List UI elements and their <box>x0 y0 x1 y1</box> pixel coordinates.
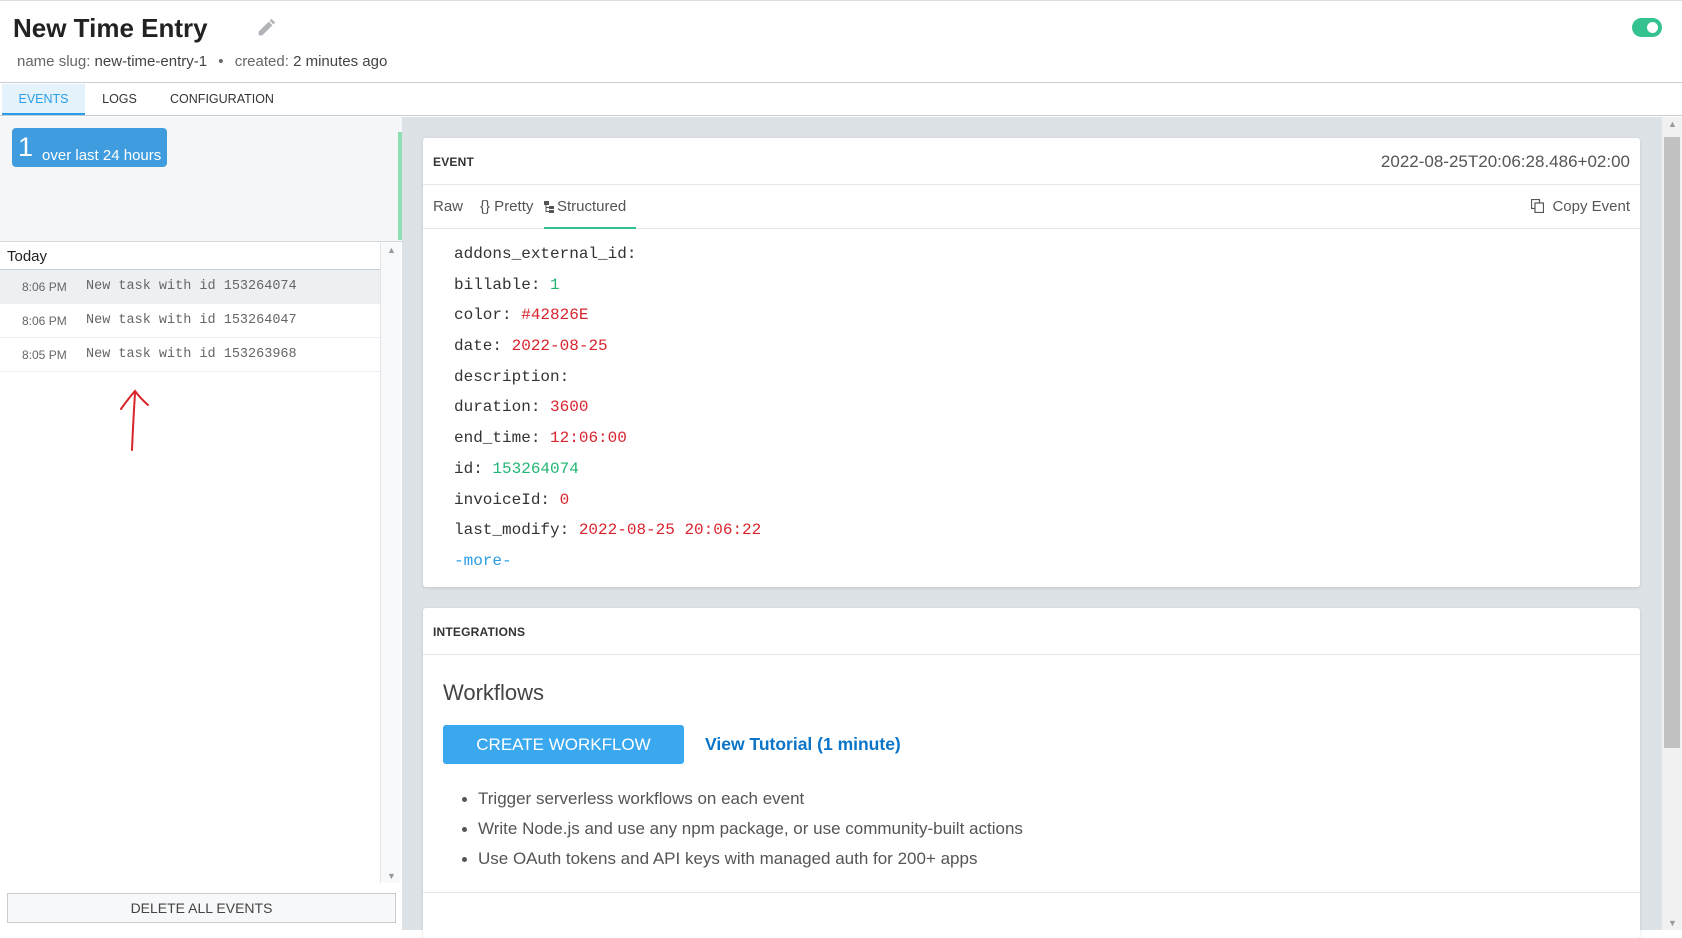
page-title: New Time Entry <box>13 13 208 43</box>
stats-panel: 1 over last 24 hours <box>0 117 402 242</box>
view-tutorial-link[interactable]: View Tutorial (1 minute) <box>705 734 901 755</box>
event-summary: New task with id 153264074 <box>86 279 297 294</box>
field-row: date: 2022-08-25 <box>454 331 1640 362</box>
field-key: end_time: <box>454 429 541 448</box>
field-row: color: #42826E <box>454 300 1640 331</box>
field-value: 153264074 <box>492 459 579 478</box>
workflow-features: Trigger serverless workflows on each eve… <box>458 784 1023 874</box>
tab-structured[interactable]: Structured <box>544 185 637 229</box>
slug-label: name slug: <box>17 53 91 70</box>
list-scrollbar[interactable]: ▲ ▼ <box>381 243 401 883</box>
integrations-card: INTEGRATIONS Workflows CREATE WORKFLOW V… <box>423 608 1640 938</box>
tab-configuration[interactable]: CONFIGURATION <box>158 84 286 115</box>
main-tabs: EVENTS LOGS CONFIGURATION <box>0 84 1682 116</box>
field-key: duration: <box>454 398 541 417</box>
integrations-header: INTEGRATIONS <box>423 608 1640 655</box>
event-count: 1 <box>18 132 34 162</box>
event-card-title: EVENT <box>433 155 475 169</box>
field-key: description: <box>454 367 570 386</box>
event-view-tabs: Raw {} Pretty Structured Copy Event <box>423 185 1640 229</box>
event-time: 8:06 PM <box>22 280 67 294</box>
event-count-label: over last 24 hours <box>42 147 162 164</box>
field-row: addons_external_id: <box>454 239 1640 270</box>
show-more-link[interactable]: -more- <box>454 546 1640 577</box>
created-label: created: <box>234 53 289 70</box>
group-header: Today <box>0 243 380 270</box>
event-card-header: EVENT 2022-08-25T20:06:28.486+02:00 <box>423 138 1640 185</box>
list-item: Trigger serverless workflows on each eve… <box>458 784 1023 814</box>
field-key: date: <box>454 337 503 356</box>
copy-event-button[interactable]: Copy Event <box>1531 185 1630 229</box>
scroll-down-icon[interactable]: ▼ <box>387 871 396 881</box>
tab-events[interactable]: EVENTS <box>2 84 85 115</box>
field-key: color: <box>454 306 512 325</box>
page-scrollbar[interactable]: ▲ ▼ <box>1662 117 1682 930</box>
field-row: description: <box>454 362 1640 393</box>
event-time: 8:05 PM <box>22 348 67 362</box>
field-row: invoiceId: 0 <box>454 485 1640 516</box>
slug-value: new-time-entry-1 <box>94 53 208 70</box>
field-value: 12:06:00 <box>550 429 627 448</box>
scroll-up-icon[interactable]: ▲ <box>387 245 396 255</box>
list-item: Write Node.js and use any npm package, o… <box>458 814 1023 844</box>
field-row: id: 153264074 <box>454 454 1640 485</box>
list-item[interactable]: 8:06 PM New task with id 153264074 <box>0 270 380 304</box>
red-arrow-annotation <box>120 389 149 451</box>
field-value: 3600 <box>550 398 589 417</box>
field-key: billable: <box>454 275 541 294</box>
event-timestamp: 2022-08-25T20:06:28.486+02:00 <box>1380 152 1630 171</box>
list-item[interactable]: 8:06 PM New task with id 153264047 <box>0 304 380 338</box>
field-row: last_modify: 2022-08-25 20:06:22 <box>454 515 1640 546</box>
page-header: New Time Entry name slug: new-time-entry… <box>0 0 1682 83</box>
scroll-up-icon[interactable]: ▲ <box>1668 119 1677 129</box>
tab-raw[interactable]: Raw <box>433 185 463 229</box>
pencil-icon[interactable] <box>255 17 277 39</box>
event-summary: New task with id 153263968 <box>86 347 297 362</box>
tab-pretty[interactable]: {} Pretty <box>480 185 533 229</box>
workflows-title: Workflows <box>443 680 545 705</box>
tab-logs[interactable]: LOGS <box>85 84 154 115</box>
field-row: duration: 3600 <box>454 392 1640 423</box>
tab-structured-label: Structured <box>557 198 627 215</box>
integrations-title: INTEGRATIONS <box>433 625 526 639</box>
meta-separator: • <box>218 53 224 70</box>
field-value: 2022-08-25 <box>511 337 608 356</box>
structured-fields: addons_external_id: billable: 1 color: #… <box>423 229 1640 577</box>
field-value: 2022-08-25 20:06:22 <box>578 521 762 540</box>
field-row: end_time: 12:06:00 <box>454 423 1640 454</box>
scrollbar-thumb[interactable] <box>1664 137 1680 748</box>
field-row: billable: 1 <box>454 270 1640 301</box>
event-detail-pane: EVENT 2022-08-25T20:06:28.486+02:00 Raw … <box>402 117 1662 938</box>
delete-all-events-button[interactable]: DELETE ALL EVENTS <box>7 893 396 923</box>
list-item[interactable]: 8:05 PM New task with id 153263968 <box>0 338 380 372</box>
copy-event-label: Copy Event <box>1552 198 1630 215</box>
field-key: last_modify: <box>454 521 570 540</box>
event-card: EVENT 2022-08-25T20:06:28.486+02:00 Raw … <box>423 138 1640 587</box>
tree-icon <box>544 201 554 213</box>
event-list: Today 8:06 PM New task with id 153264074… <box>0 243 381 883</box>
entry-meta: name slug: new-time-entry-1 • created: 2… <box>17 53 387 70</box>
event-time: 8:06 PM <box>22 314 67 328</box>
list-item: Use OAuth tokens and API keys with manag… <box>458 844 1023 874</box>
field-value: 1 <box>550 275 560 294</box>
field-value: #42826E <box>521 306 589 325</box>
copy-icon <box>1531 199 1545 213</box>
field-key: invoiceId: <box>454 490 551 509</box>
event-count-badge: 1 over last 24 hours <box>12 128 168 167</box>
field-key: addons_external_id: <box>454 245 637 263</box>
field-key: id: <box>454 459 483 478</box>
scroll-down-icon[interactable]: ▼ <box>1668 918 1677 928</box>
events-sidebar: 1 over last 24 hours Today 8:06 PM New t… <box>0 117 402 930</box>
divider <box>423 892 1640 893</box>
active-toggle[interactable] <box>1632 18 1662 37</box>
create-workflow-button[interactable]: CREATE WORKFLOW <box>443 725 684 764</box>
created-value: 2 minutes ago <box>293 53 388 70</box>
event-summary: New task with id 153264047 <box>86 313 297 328</box>
field-value: 0 <box>559 490 570 509</box>
